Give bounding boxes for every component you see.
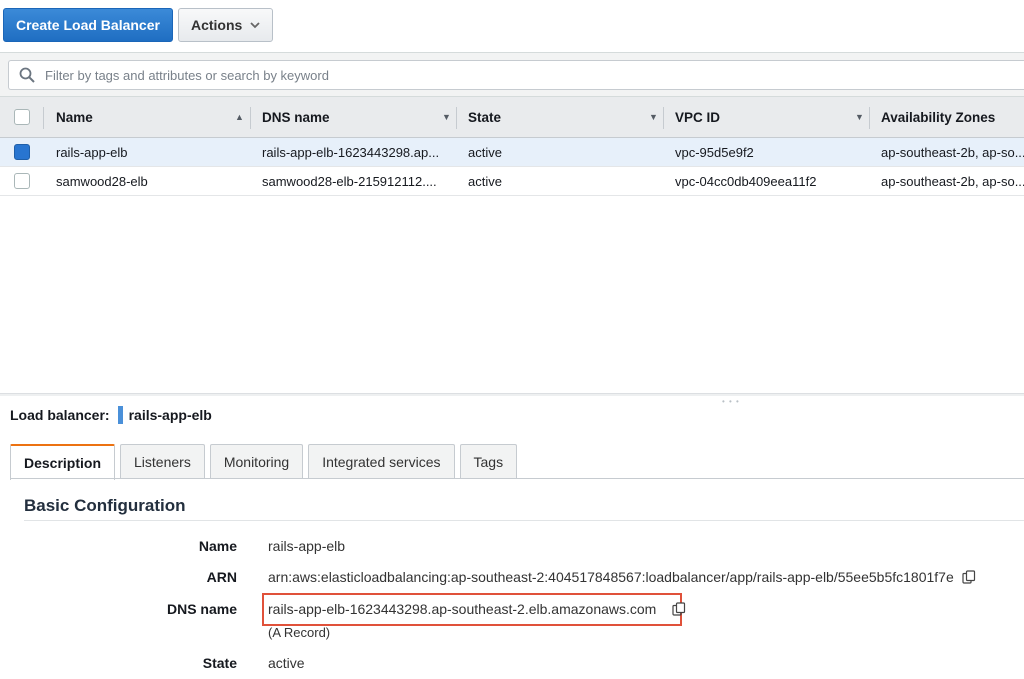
details-header-name: rails-app-elb bbox=[128, 407, 212, 423]
cell-state: active bbox=[468, 144, 502, 160]
cell-az: ap-southeast-2b, ap-so... bbox=[881, 173, 1024, 189]
sort-ascending-icon[interactable]: ▲ bbox=[235, 97, 244, 137]
column-header-name[interactable]: Name bbox=[56, 97, 93, 137]
drag-handle-icon[interactable]: • • • bbox=[722, 397, 740, 406]
filter-bar bbox=[0, 52, 1024, 96]
search-icon bbox=[19, 67, 35, 83]
row-checkbox[interactable] bbox=[14, 144, 30, 160]
toolbar: Create Load Balancer Actions bbox=[3, 8, 274, 42]
field-label-arn: ARN bbox=[206, 569, 237, 585]
tab-listeners[interactable]: Listeners bbox=[120, 444, 205, 479]
sort-caret-icon[interactable]: ▼ bbox=[649, 97, 658, 137]
details-header: Load balancer: rails-app-elb bbox=[10, 406, 212, 424]
actions-label: Actions bbox=[190, 17, 243, 33]
column-divider bbox=[250, 107, 251, 129]
field-label-name: Name bbox=[198, 538, 237, 554]
sort-caret-icon[interactable]: ▼ bbox=[855, 97, 864, 137]
sort-caret-icon[interactable]: ▼ bbox=[442, 97, 451, 137]
status-indicator bbox=[117, 406, 123, 424]
tab-integrated-services[interactable]: Integrated services bbox=[308, 444, 455, 479]
column-divider bbox=[663, 107, 664, 129]
field-value-arn-row: arn:aws:elasticloadbalancing:ap-southeas… bbox=[268, 569, 976, 585]
column-header-az-label: Availability Zones bbox=[881, 109, 996, 125]
column-header-dns[interactable]: DNS name bbox=[262, 97, 330, 137]
cell-vpc: vpc-04cc0db409eea11f2 bbox=[675, 173, 817, 189]
cell-az: ap-southeast-2b, ap-so... bbox=[881, 144, 1024, 160]
column-header-az[interactable]: Availability Zones bbox=[881, 97, 995, 137]
dns-record-type: (A Record) bbox=[268, 625, 331, 640]
panel-splitter[interactable] bbox=[0, 393, 1024, 396]
field-value-name: rails-app-elb bbox=[268, 538, 346, 554]
actions-dropdown-button[interactable]: Actions bbox=[177, 8, 274, 42]
details-header-label: Load balancer: bbox=[10, 407, 110, 423]
field-value-state: active bbox=[268, 655, 305, 671]
create-load-balancer-button[interactable]: Create Load Balancer bbox=[3, 8, 173, 42]
details-tabs: Description Listeners Monitoring Integra… bbox=[10, 444, 518, 480]
section-divider bbox=[24, 520, 1024, 521]
table-row[interactable]: rails-app-elb rails-app-elb-1623443298.a… bbox=[0, 138, 1024, 167]
select-all-checkbox[interactable] bbox=[14, 109, 30, 125]
field-value-dns: rails-app-elb-1623443298.ap-southeast-2.… bbox=[268, 601, 657, 617]
tab-monitoring[interactable]: Monitoring bbox=[209, 444, 304, 479]
chevron-down-icon bbox=[250, 22, 260, 29]
section-title: Basic Configuration bbox=[24, 496, 186, 515]
search-input[interactable] bbox=[43, 66, 1024, 84]
field-value-arn: arn:aws:elasticloadbalancing:ap-southeas… bbox=[268, 569, 954, 585]
column-divider bbox=[869, 107, 870, 129]
table-row[interactable]: samwood28-elb samwood28-elb-215912112...… bbox=[0, 167, 1024, 196]
cell-dns: samwood28-elb-215912112.... bbox=[262, 173, 437, 189]
tab-tags[interactable]: Tags bbox=[459, 444, 518, 479]
copy-icon[interactable] bbox=[672, 602, 686, 616]
row-checkbox-cell[interactable] bbox=[14, 167, 30, 195]
cell-state: active bbox=[468, 173, 502, 189]
column-divider bbox=[456, 107, 457, 129]
column-header-state[interactable]: State bbox=[468, 97, 501, 137]
column-header-vpc[interactable]: VPC ID bbox=[675, 97, 720, 137]
field-label-dns: DNS name bbox=[166, 601, 237, 617]
cell-dns: rails-app-elb-1623443298.ap... bbox=[262, 144, 440, 160]
select-all-checkbox-cell[interactable] bbox=[14, 97, 30, 137]
field-label-state: State bbox=[202, 655, 237, 671]
copy-icon[interactable] bbox=[962, 570, 976, 584]
filter-input-wrapper[interactable] bbox=[8, 60, 1024, 90]
row-checkbox-cell[interactable] bbox=[14, 138, 30, 166]
load-balancer-table: Name ▲ DNS name ▼ State ▼ VPC ID ▼ Avail… bbox=[0, 96, 1024, 196]
field-value-dns-row: rails-app-elb-1623443298.ap-southeast-2.… bbox=[268, 601, 686, 617]
cell-vpc: vpc-95d5e9f2 bbox=[675, 144, 754, 160]
cell-name: rails-app-elb bbox=[56, 144, 128, 160]
create-load-balancer-label: Create Load Balancer bbox=[16, 17, 160, 33]
column-header-state-label: State bbox=[468, 109, 502, 125]
column-divider bbox=[43, 107, 44, 129]
tab-description[interactable]: Description bbox=[10, 444, 116, 480]
tabs-divider bbox=[10, 478, 1024, 479]
column-header-dns-label: DNS name bbox=[262, 109, 330, 125]
column-header-vpc-label: VPC ID bbox=[675, 109, 721, 125]
row-checkbox[interactable] bbox=[14, 173, 30, 189]
column-header-name-label: Name bbox=[56, 109, 93, 125]
table-header: Name ▲ DNS name ▼ State ▼ VPC ID ▼ Avail… bbox=[0, 96, 1024, 138]
cell-name: samwood28-elb bbox=[56, 173, 148, 189]
